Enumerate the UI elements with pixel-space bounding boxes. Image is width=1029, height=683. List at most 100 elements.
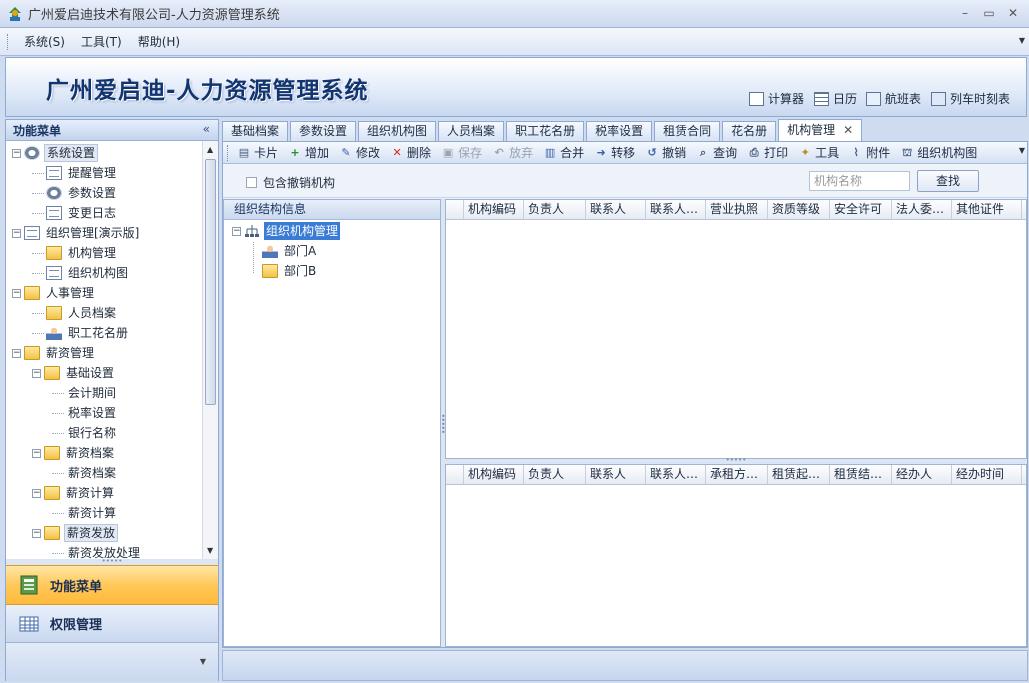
expand-toggle[interactable]: −: [32, 528, 41, 538]
toolbar-button[interactable]: ↺ 撤销: [640, 144, 691, 161]
toolbar-button[interactable]: ✕ 删除: [385, 144, 436, 161]
tree-scrollbar[interactable]: ▲ ▼: [202, 141, 218, 559]
toolbar-button[interactable]: ▤ 卡片: [232, 144, 283, 161]
expand-toggle[interactable]: −: [32, 368, 41, 378]
tab-item[interactable]: 税率设置: [586, 121, 653, 141]
org-tree-dept-a[interactable]: 部门A: [262, 241, 318, 261]
tree-item[interactable]: − 人事管理: [12, 283, 96, 303]
toolbar-button[interactable]: + 增加: [283, 144, 334, 161]
include-revoked-checkbox[interactable]: [246, 177, 257, 188]
toolbar-button[interactable]: ⌇ 附件: [844, 144, 895, 161]
toolbar-button[interactable]: ✎ 修改: [334, 144, 385, 161]
scroll-down-icon[interactable]: ▼: [207, 546, 213, 555]
minimize-button[interactable]: –: [955, 5, 975, 21]
expand-toggle[interactable]: −: [232, 226, 241, 236]
tree-item[interactable]: 税率设置: [52, 403, 118, 423]
column-header[interactable]: 经办时间: [952, 465, 1022, 484]
calculator-button[interactable]: 计算器: [749, 90, 804, 107]
tree-item[interactable]: − 薪资计算: [32, 483, 116, 503]
column-header[interactable]: 租赁起…: [768, 465, 830, 484]
org-name-input[interactable]: 机构名称: [809, 171, 910, 191]
menu-system[interactable]: 系统(S): [16, 30, 73, 54]
expand-toggle[interactable]: −: [12, 228, 21, 238]
menu-tools[interactable]: 工具(T): [73, 30, 130, 54]
column-header[interactable]: 联系人: [586, 465, 646, 484]
row-selector-header[interactable]: [446, 465, 464, 484]
expand-toggle[interactable]: −: [32, 488, 41, 498]
tree-item[interactable]: 变更日志: [32, 203, 118, 223]
tree-item[interactable]: 薪资计算: [52, 503, 118, 523]
nav-overflow-icon[interactable]: ▼: [200, 657, 206, 666]
tree-item[interactable]: − 系统设置: [12, 143, 99, 163]
column-header[interactable]: 法人委…: [892, 200, 952, 219]
tree-item[interactable]: 薪资发放处理: [52, 543, 142, 559]
nav-function-menu-button[interactable]: 功能菜单: [6, 565, 218, 605]
column-header[interactable]: 负责人: [524, 200, 586, 219]
tree-item[interactable]: 组织机构图: [32, 263, 130, 283]
tab-item[interactable]: 人员档案: [438, 121, 505, 141]
tree-item[interactable]: 人员档案: [32, 303, 118, 323]
flight-schedule-button[interactable]: 航班表: [866, 90, 921, 107]
tree-item[interactable]: − 薪资管理: [12, 343, 96, 363]
column-header[interactable]: 其他证件: [952, 200, 1022, 219]
column-header[interactable]: 机构编码: [464, 200, 524, 219]
nav-overflow-bar[interactable]: ▼: [6, 643, 218, 681]
tab-item[interactable]: 职工花名册: [506, 121, 585, 141]
tree-item[interactable]: 会计期间: [52, 383, 118, 403]
column-header[interactable]: 联系人: [586, 200, 646, 219]
tab-item[interactable]: 租赁合同: [654, 121, 721, 141]
calendar-button[interactable]: 日历: [814, 90, 857, 107]
tree-item[interactable]: 职工花名册: [32, 323, 130, 343]
expand-toggle[interactable]: −: [12, 348, 21, 358]
maximize-button[interactable]: ▭: [979, 5, 999, 21]
column-header[interactable]: 机构编码: [464, 465, 524, 484]
toolbar-button[interactable]: ↶ 放弃: [487, 144, 538, 161]
toolbar-grip[interactable]: [227, 144, 230, 161]
menu-overflow-icon[interactable]: ▼: [1019, 36, 1025, 45]
toolbar-button[interactable]: ▥ 合并: [538, 144, 589, 161]
tab-item[interactable]: 基础档案: [222, 121, 289, 141]
org-tree-dept-b[interactable]: 部门B: [262, 261, 318, 281]
column-header[interactable]: 联系人…: [646, 465, 706, 484]
org-tree-root[interactable]: − 组织机构管理: [232, 221, 341, 241]
close-window-button[interactable]: ✕: [1003, 5, 1023, 21]
column-header[interactable]: 承租方…: [706, 465, 768, 484]
find-button[interactable]: 查找: [917, 170, 979, 192]
column-header[interactable]: 联系人…: [646, 200, 706, 219]
column-header[interactable]: 营业执照: [706, 200, 768, 219]
close-tab-icon[interactable]: ✕: [843, 123, 853, 137]
nav-permission-button[interactable]: 权限管理: [6, 605, 218, 643]
column-header[interactable]: 资质等级: [768, 200, 830, 219]
column-header[interactable]: 负责人: [524, 465, 586, 484]
tree-item[interactable]: 参数设置: [32, 183, 118, 203]
menu-help[interactable]: 帮助(H): [130, 30, 188, 54]
expand-toggle[interactable]: −: [12, 288, 21, 298]
expand-toggle[interactable]: −: [32, 448, 41, 458]
collapse-panel-icon[interactable]: «: [203, 122, 210, 136]
toolbar-button[interactable]: ✦ 工具: [793, 144, 844, 161]
tab-item[interactable]: 参数设置: [290, 121, 357, 141]
menu-grip[interactable]: [7, 33, 10, 50]
toolbar-button[interactable]: ▣ 保存: [436, 144, 487, 161]
tree-item[interactable]: 薪资档案: [52, 463, 118, 483]
tree-item[interactable]: − 薪资发放: [32, 523, 119, 543]
toolbar-button[interactable]: ⛫ 组织机构图: [895, 144, 982, 161]
tree-item[interactable]: 提醒管理: [32, 163, 118, 183]
column-header[interactable]: 安全许可: [830, 200, 892, 219]
tree-item[interactable]: − 基础设置: [32, 363, 116, 383]
tab-item[interactable]: 组织机构图: [358, 121, 437, 141]
column-header[interactable]: 经办人: [892, 465, 952, 484]
tree-item[interactable]: 银行名称: [52, 423, 118, 443]
tab-item[interactable]: 花名册: [722, 121, 777, 141]
tab-active[interactable]: 机构管理 ✕: [778, 119, 863, 141]
toolbar-button[interactable]: ➜ 转移: [589, 144, 640, 161]
column-header[interactable]: 租赁结…: [830, 465, 892, 484]
tree-item[interactable]: − 组织管理[演示版]: [12, 223, 141, 243]
scroll-thumb[interactable]: [205, 159, 216, 405]
toolbar-button[interactable]: ⌕ 查询: [691, 144, 742, 161]
train-schedule-button[interactable]: 列车时刻表: [931, 90, 1010, 107]
tree-item[interactable]: 机构管理: [32, 243, 118, 263]
toolbar-button[interactable]: ⎙ 打印: [742, 144, 793, 161]
tree-item[interactable]: − 薪资档案: [32, 443, 116, 463]
scroll-up-icon[interactable]: ▲: [207, 145, 213, 154]
